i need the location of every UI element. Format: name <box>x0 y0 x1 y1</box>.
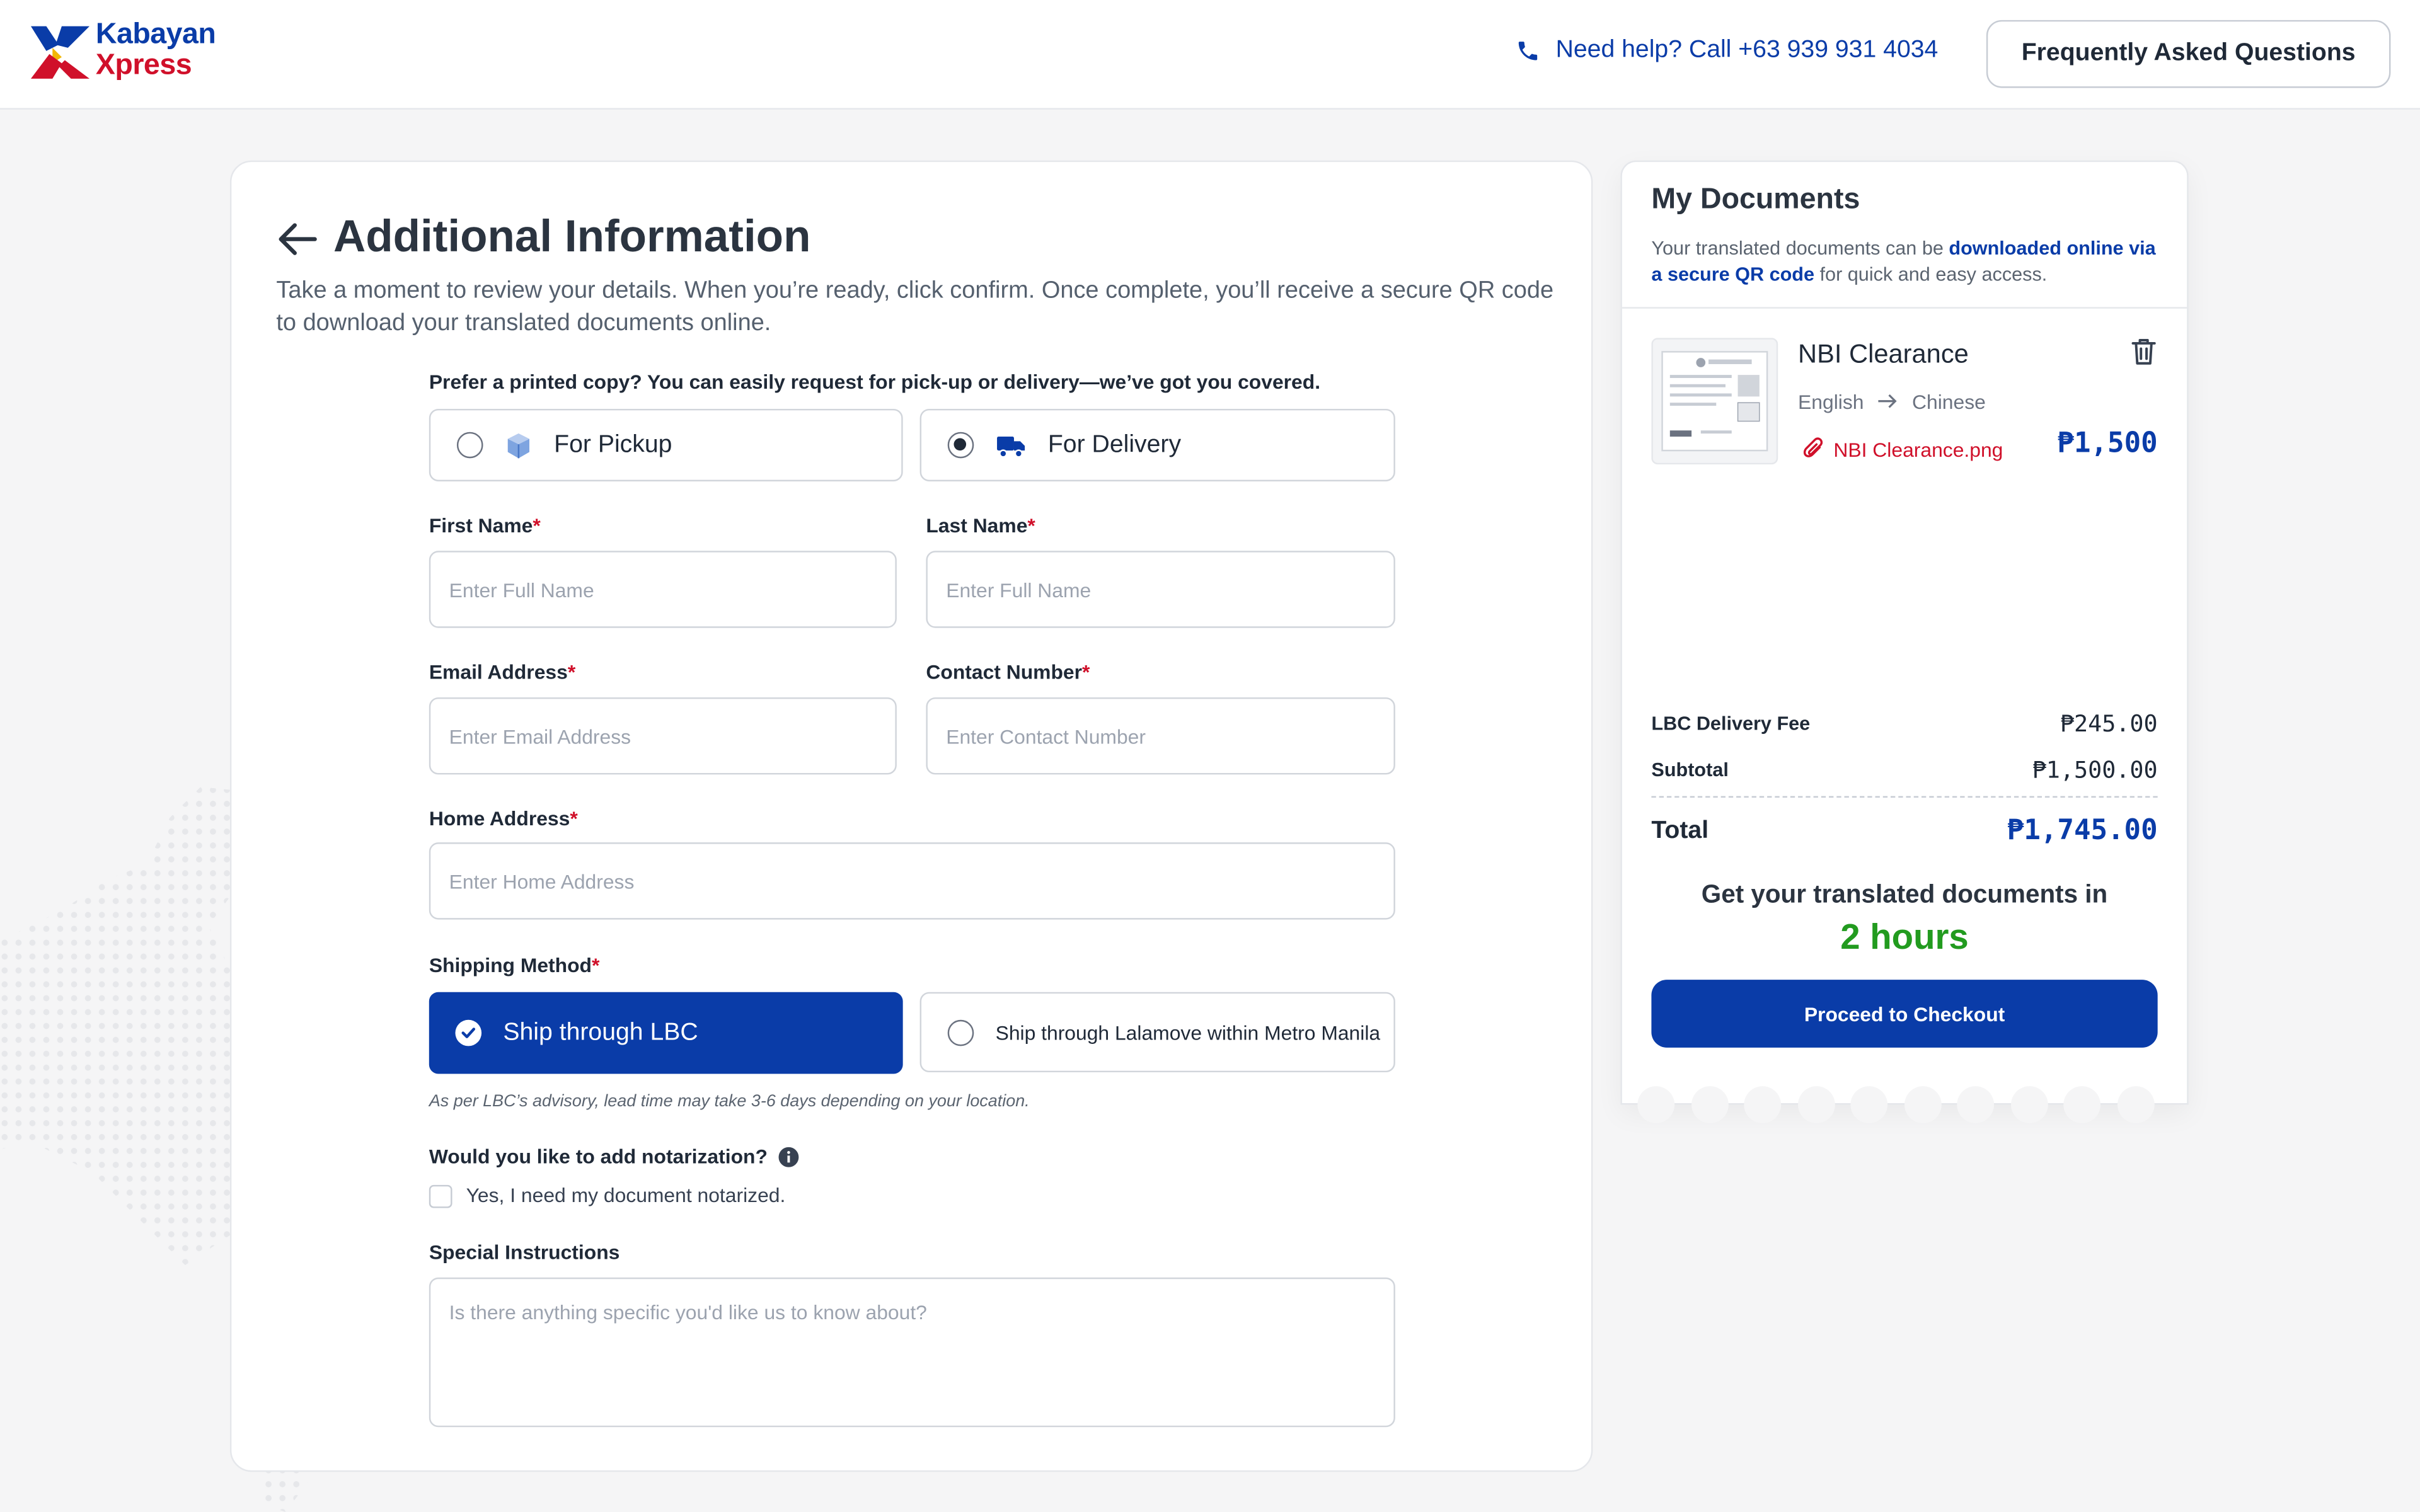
logo-wordmark: Kabayan Xpress <box>96 20 216 82</box>
shipping-advisory-note: As per LBC’s advisory, lead time may tak… <box>429 1092 1030 1111</box>
receipt-scallop-edge <box>1637 1086 2154 1123</box>
my-documents-panel: My Documents Your translated documents c… <box>1620 160 2189 1105</box>
subtotal-label: Subtotal <box>1651 759 1729 781</box>
contact-number-input[interactable] <box>926 697 1395 775</box>
document-name: NBI Clearance <box>1798 339 1969 369</box>
last-name-label: Last Name* <box>926 513 1035 537</box>
check-circle-icon <box>455 1019 482 1046</box>
document-preview-icon <box>1661 351 1768 452</box>
delivery-fee-value: ₱245.00 <box>2060 709 2158 738</box>
last-name-input[interactable] <box>926 551 1395 628</box>
delivery-fee-row: LBC Delivery Fee ₱245.00 <box>1651 710 2157 738</box>
help-text: Need help? Call +63 939 931 4034 <box>1555 37 1939 64</box>
additional-information-card: Additional Information Take a moment to … <box>229 160 1593 1472</box>
notarization-checkbox-label[interactable]: Yes, I need my document notarized. <box>466 1183 786 1206</box>
eta-text: Get your translated documents in <box>1701 881 2108 909</box>
box-icon <box>507 432 530 458</box>
top-navigation-bar: Kabayan Xpress Need help? Call +63 939 9… <box>0 0 2420 110</box>
copy-question: Prefer a printed copy? You can easily re… <box>429 370 1321 394</box>
home-address-label: Home Address* <box>429 806 578 830</box>
pickup-option[interactable]: For Pickup <box>429 408 903 482</box>
file-name: NBI Clearance.png <box>1833 437 2003 461</box>
ship-lbc-label: Ship through LBC <box>503 1019 698 1046</box>
email-input[interactable] <box>429 697 897 775</box>
notarization-question: Would you like to add notarization? <box>429 1145 800 1168</box>
pickup-label: For Pickup <box>554 431 672 458</box>
my-documents-title: My Documents <box>1651 183 1860 216</box>
language-pair: English Chinese <box>1798 391 1986 414</box>
proceed-to-checkout-button[interactable]: Proceed to Checkout <box>1651 980 2158 1048</box>
trash-icon[interactable] <box>2131 338 2156 365</box>
attached-file[interactable]: NBI Clearance.png <box>1802 437 2003 461</box>
delivery-option[interactable]: For Delivery <box>919 408 1395 482</box>
first-name-input[interactable] <box>429 551 897 628</box>
logo-mark-icon <box>30 26 90 79</box>
brand-line1: Kabayan <box>95 18 216 51</box>
back-arrow-icon[interactable] <box>278 221 318 255</box>
brand-line2: Xpress <box>95 49 192 82</box>
help-contact[interactable]: Need help? Call +63 939 931 4034 <box>1516 37 1938 65</box>
my-documents-description: Your translated documents can be downloa… <box>1651 238 2156 286</box>
delivery-radio[interactable] <box>947 432 974 459</box>
phone-icon <box>1518 42 1538 60</box>
dashed-divider <box>1651 796 2158 798</box>
special-instructions-label: Special Instructions <box>429 1240 620 1264</box>
kabayan-xpress-logo[interactable]: Kabayan Xpress <box>30 20 247 88</box>
first-name-label: First Name* <box>429 513 541 537</box>
home-address-input[interactable] <box>429 842 1395 920</box>
arrow-right-icon <box>1879 394 1898 408</box>
delivery-fee-label: LBC Delivery Fee <box>1651 713 1811 735</box>
ship-lalamove-option[interactable]: Ship through Lalamove within Metro Manil… <box>919 992 1395 1073</box>
shipping-method-label: Shipping Method* <box>429 953 600 977</box>
faq-button[interactable]: Frequently Asked Questions <box>1986 20 2391 88</box>
total-label: Total <box>1651 816 1709 844</box>
contact-number-label: Contact Number* <box>926 660 1090 684</box>
paperclip-icon <box>1803 437 1823 457</box>
ship-lalamove-label: Ship through Lalamove within Metro Manil… <box>995 1021 1381 1044</box>
notarization-checkbox[interactable] <box>429 1184 452 1208</box>
truck-icon <box>997 435 1025 457</box>
delivery-label: For Delivery <box>1047 431 1182 458</box>
total-row: Total ₱1,745.00 <box>1651 815 2157 847</box>
eta-value: 2 hours <box>1840 916 1969 957</box>
info-icon[interactable] <box>778 1145 800 1167</box>
page-subtitle: Take a moment to review your details. Wh… <box>276 277 1554 336</box>
lalamove-radio[interactable] <box>947 1019 974 1046</box>
special-instructions-textarea[interactable] <box>429 1277 1395 1428</box>
document-thumbnail[interactable] <box>1651 338 1778 465</box>
target-language: Chinese <box>1912 390 1986 414</box>
subtotal-row: Subtotal ₱1,500.00 <box>1651 756 2157 784</box>
pickup-radio[interactable] <box>456 432 483 459</box>
page-title: Additional Information <box>333 212 811 263</box>
email-label: Email Address* <box>429 660 576 684</box>
divider <box>1622 307 2187 309</box>
title-row: Additional Information <box>278 212 811 264</box>
total-value: ₱1,745.00 <box>2007 815 2158 847</box>
ship-lbc-option[interactable]: Ship through LBC <box>429 992 903 1074</box>
document-price: ₱1,500 <box>2057 427 2158 460</box>
subtotal-value: ₱1,500.00 <box>2032 756 2158 784</box>
source-language: English <box>1798 390 1864 414</box>
